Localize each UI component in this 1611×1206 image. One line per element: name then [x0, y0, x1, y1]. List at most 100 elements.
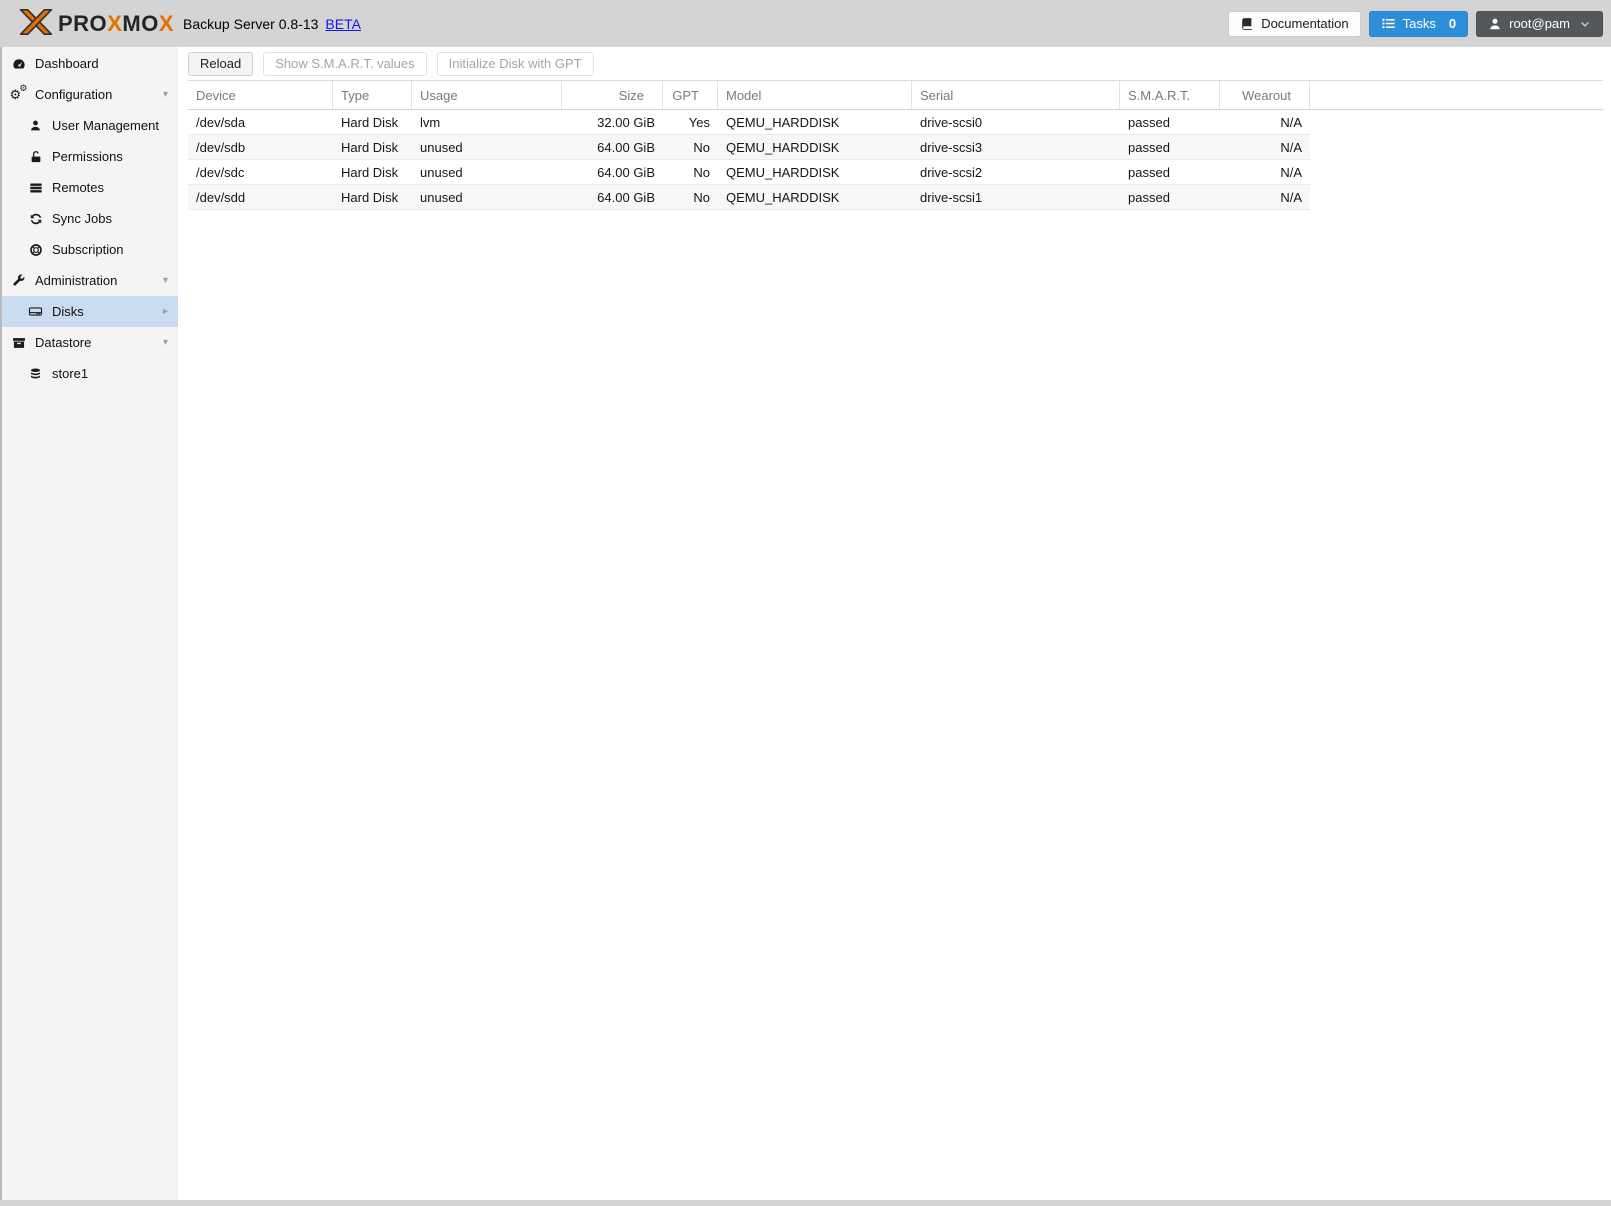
disks-grid: Device Type Usage Size GPT Model Serial S.M.A.R… [188, 80, 1611, 210]
cell-wearout: N/A [1280, 114, 1302, 130]
cell-serial: drive-scsi3 [920, 139, 983, 155]
cell-model: QEMU_HARDDISK [726, 139, 840, 155]
dashboard-icon [10, 57, 27, 71]
tasks-label: Tasks [1402, 16, 1436, 31]
user-menu-button[interactable]: root@pam [1476, 10, 1603, 37]
column-header-gpt[interactable]: GPT [663, 81, 718, 109]
sidebar-item-label: Administration [35, 273, 118, 288]
sidebar-item-label: Remotes [52, 180, 105, 195]
window-left-edge [0, 47, 2, 1200]
database-icon [27, 367, 44, 381]
cell-device: /dev/sdc [196, 164, 245, 180]
user-icon [1488, 17, 1502, 31]
gears-icon: ⚙ ⚙ [9, 82, 28, 102]
collapse-arrow-icon[interactable]: ▾ [159, 337, 168, 348]
cell-usage: unused [420, 164, 463, 180]
sidebar-item-label: Sync Jobs [52, 211, 112, 226]
column-header-type[interactable]: Type [333, 81, 412, 109]
cell-wearout: N/A [1280, 164, 1302, 180]
life-ring-icon [27, 243, 44, 257]
cell-device: /dev/sda [196, 114, 246, 130]
cell-serial: drive-scsi2 [920, 164, 983, 180]
cell-s-m-a-r-t: passed [1128, 189, 1170, 205]
cell-usage: unused [420, 139, 463, 155]
proxmox-logo: PROXMOX [18, 7, 174, 40]
cell-usage: lvm [420, 114, 441, 130]
column-header-s-m-a-r-t[interactable]: S.M.A.R.T. [1120, 81, 1220, 109]
top-header: PROXMOX Backup Server 0.8-13 BETA Docume… [0, 0, 1611, 47]
cell-s-m-a-r-t: passed [1128, 139, 1170, 155]
sidebar-item-administration[interactable]: Administration ▾ [0, 265, 178, 296]
column-header-model[interactable]: Model [718, 81, 912, 109]
server-icon [27, 181, 44, 195]
chevron-down-icon [1579, 18, 1591, 30]
column-header-size[interactable]: Size [562, 81, 663, 109]
toolbar: Reload Show S.M.A.R.T. values Initialize D… [183, 47, 1611, 80]
expand-chevron-icon[interactable]: ▸ [159, 306, 168, 317]
column-header-wearout[interactable]: Wearout [1220, 81, 1310, 109]
cell-type: Hard Disk [341, 189, 399, 205]
column-header-usage[interactable]: Usage [412, 81, 562, 109]
sidebar: Dashboard ⚙ ⚙ Configuration ▾ User Management… [0, 47, 178, 1200]
window-bottom-edge [0, 1200, 1611, 1206]
cell-serial: drive-scsi0 [920, 114, 983, 130]
disk-row-dev-sdd[interactable]: /dev/sdd Hard Disk unused 64.00 GiB No QEMU_H… [188, 185, 1310, 210]
disk-row-dev-sdb[interactable]: /dev/sdb Hard Disk unused 64.00 GiB No QEMU_H… [188, 135, 1310, 160]
sidebar-item-label: Datastore [35, 335, 92, 350]
sidebar-item-configuration[interactable]: ⚙ ⚙ Configuration ▾ [0, 79, 178, 110]
initialize-disk-gpt-button: Initialize Disk with GPT [436, 51, 594, 76]
cell-wearout: N/A [1280, 139, 1302, 155]
sidebar-item-datastore[interactable]: Datastore ▾ [0, 327, 178, 358]
collapse-arrow-icon[interactable]: ▾ [159, 275, 168, 286]
column-header-serial[interactable]: Serial [912, 81, 1120, 109]
cell-device: /dev/sdb [196, 139, 246, 155]
cell-gpt: No [693, 189, 710, 205]
unlock-icon [27, 150, 44, 164]
column-header-device[interactable]: Device [188, 81, 333, 109]
username-label: root@pam [1509, 16, 1570, 31]
sidebar-item-label: Permissions [52, 149, 123, 164]
cell-size: 64.00 GiB [597, 164, 655, 180]
sidebar-item-label: Disks [52, 304, 84, 319]
sidebar-item-label: Subscription [52, 242, 124, 257]
reload-button[interactable]: Reload [188, 51, 254, 76]
sidebar-item-label: User Management [52, 118, 159, 133]
sidebar-item-remotes[interactable]: Remotes [0, 172, 178, 203]
sidebar-item-disks[interactable]: Disks ▸ [0, 296, 178, 327]
cell-gpt: No [693, 139, 710, 155]
cell-size: 32.00 GiB [597, 114, 655, 130]
sidebar-item-permissions[interactable]: Permissions [0, 141, 178, 172]
header-actions: Documentation Tasks 0 root@pam [1228, 10, 1603, 37]
user-icon [27, 119, 44, 132]
sidebar-item-dashboard[interactable]: Dashboard [0, 48, 178, 79]
content-panel: Reload Show S.M.A.R.T. values Initialize D… [183, 47, 1611, 1200]
documentation-button[interactable]: Documentation [1228, 10, 1361, 37]
cell-serial: drive-scsi1 [920, 189, 983, 205]
cell-usage: unused [420, 189, 463, 205]
sidebar-item-sync-jobs[interactable]: Sync Jobs [0, 203, 178, 234]
task-list-icon [1381, 16, 1396, 31]
cell-type: Hard Disk [341, 164, 399, 180]
cell-wearout: N/A [1280, 189, 1302, 205]
cell-gpt: No [693, 164, 710, 180]
cell-s-m-a-r-t: passed [1128, 114, 1170, 130]
sidebar-item-user-management[interactable]: User Management [0, 110, 178, 141]
sidebar-item-label: Dashboard [35, 56, 99, 71]
wrench-icon [10, 274, 27, 288]
cell-s-m-a-r-t: passed [1128, 164, 1170, 180]
proxmox-x-icon [18, 7, 54, 40]
disk-row-dev-sdc[interactable]: /dev/sdc Hard Disk unused 64.00 GiB No QEMU_H… [188, 160, 1310, 185]
tasks-button[interactable]: Tasks 0 [1368, 10, 1469, 37]
cell-type: Hard Disk [341, 139, 399, 155]
cell-type: Hard Disk [341, 114, 399, 130]
cell-model: QEMU_HARDDISK [726, 164, 840, 180]
archive-icon [10, 336, 27, 350]
sidebar-item-subscription[interactable]: Subscription [0, 234, 178, 265]
grid-body: /dev/sda Hard Disk lvm 32.00 GiB Yes QEMU_HAR… [188, 110, 1310, 210]
cell-gpt: Yes [688, 114, 710, 130]
beta-link[interactable]: BETA [325, 16, 361, 32]
proxmox-logo-text: PROXMOX [58, 10, 175, 36]
collapse-arrow-icon[interactable]: ▾ [159, 89, 168, 100]
disk-row-dev-sda[interactable]: /dev/sda Hard Disk lvm 32.00 GiB Yes QEMU_HAR… [188, 110, 1310, 135]
sidebar-item-store1[interactable]: store1 [0, 358, 178, 389]
